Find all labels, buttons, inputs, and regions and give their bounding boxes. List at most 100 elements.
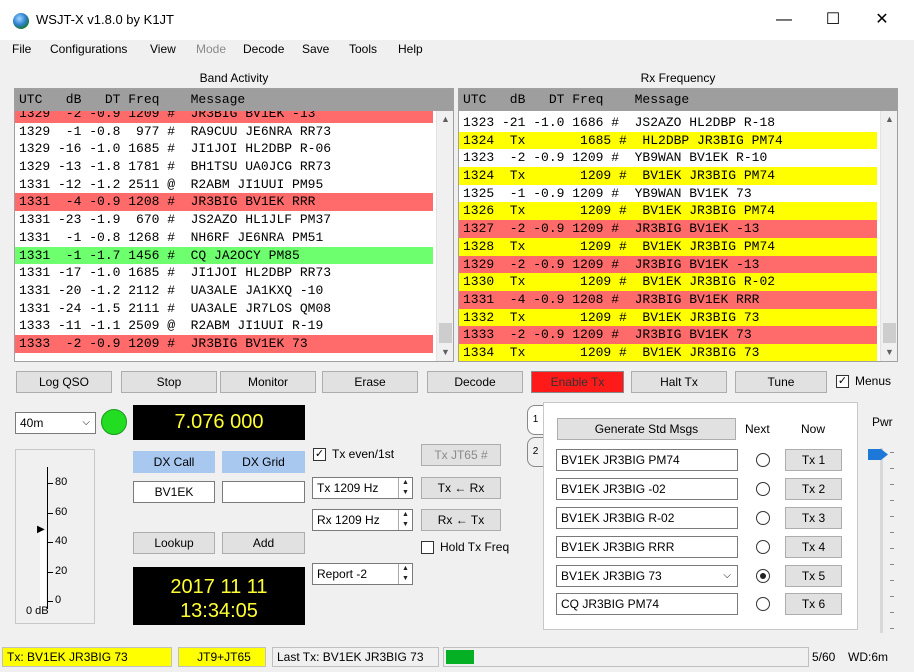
minimize-button[interactable]: — [766,6,802,34]
band-activity-row[interactable]: 1331 -4 -0.9 1208 # JR3BIG BV1EK RRR [15,193,433,212]
rx-frequency-row[interactable]: 1328 Tx 1209 # BV1EK JR3BIG PM74 [459,237,877,256]
menu-view[interactable]: View [150,42,176,56]
generate-std-msgs-button[interactable]: Generate Std Msgs [557,418,736,440]
next-radio-1[interactable] [756,453,770,467]
band-activity-list[interactable]: UTC dB DT Freq Message 1329 -2 -0.9 1209… [14,88,454,362]
rx-frequency-row[interactable]: 1323 -2 -0.9 1209 # YB9WAN BV1EK R-10 [459,149,877,167]
tx-frequency-spinbox[interactable]: Tx 1209 Hz ▲ ▼ [312,477,413,499]
next-radio-3[interactable] [756,511,770,525]
rx-frequency-row[interactable]: 1334 Tx 1209 # BV1EK JR3BIG 73 [459,343,877,361]
halt-tx-button[interactable]: Halt Tx [631,371,727,393]
tx3-message-input[interactable]: BV1EK JR3BIG R-02 [556,507,738,529]
meter-tick [48,601,53,602]
report-spinbox[interactable]: Report -2 ▲ ▼ [312,563,413,585]
rx-frequency-row[interactable]: 1331 -4 -0.9 1208 # JR3BIG BV1EK RRR [459,290,877,309]
band-activity-row[interactable]: 1331 -17 -1.0 1685 # JI1JOI HL2DBP RR73 [15,264,433,282]
tx1-now-button[interactable]: Tx 1 [785,449,842,471]
band-activity-row[interactable]: 1331 -23 -1.9 670 # JS2AZO HL1JLF PM37 [15,211,433,229]
next-radio-6[interactable] [756,597,770,611]
menu-decode[interactable]: Decode [243,42,284,56]
log-qso-button[interactable]: Log QSO [16,371,112,393]
band-activity-scrollbar[interactable]: ▲ ▼ [436,111,453,361]
spin-arrows-icon[interactable]: ▲ ▼ [398,510,412,530]
rx-frequency-row[interactable]: 1324 Tx 1209 # BV1EK JR3BIG PM74 [459,167,877,185]
tx-even-checkbox[interactable]: ✓ [313,448,326,461]
scroll-up-icon[interactable]: ▲ [437,111,453,128]
tx4-message-input[interactable]: BV1EK JR3BIG RRR [556,536,738,558]
rx-frequency-row[interactable]: 1333 -2 -0.9 1209 # JR3BIG BV1EK 73 [459,326,877,344]
spin-arrows-icon[interactable]: ▲ ▼ [398,478,412,498]
rx-frequency-scrollbar[interactable]: ▲ ▼ [880,111,897,361]
spin-arrows-icon[interactable]: ▲ ▼ [398,564,412,584]
menu-file[interactable]: File [12,42,31,56]
tx5-now-button[interactable]: Tx 5 [785,565,842,587]
tab-1[interactable]: 1 [527,405,543,435]
rx-from-tx-button[interactable]: Rx ← Tx [421,509,501,531]
menu-tools[interactable]: Tools [349,42,377,56]
tune-button[interactable]: Tune [735,371,827,393]
maximize-button[interactable]: ☐ [815,6,851,34]
next-radio-4[interactable] [756,540,770,554]
lookup-button[interactable]: Lookup [133,532,215,554]
band-activity-row[interactable]: 1333 -11 -1.1 2509 @ R2ABM JI1UUI R-19 [15,317,433,335]
scroll-up-icon[interactable]: ▲ [881,111,897,128]
rx-frequency-row[interactable]: 1332 Tx 1209 # BV1EK JR3BIG 73 [459,308,877,327]
band-activity-row[interactable]: 1331 -20 -1.2 2112 # UA3ALE JA1KXQ -10 [15,282,433,300]
band-select[interactable]: 40m ⌵ [15,412,96,434]
tx1-message-input[interactable]: BV1EK JR3BIG PM74 [556,449,738,471]
rx-frequency-spinbox[interactable]: Rx 1209 Hz ▲ ▼ [312,509,413,531]
band-activity-row[interactable]: 1329 -2 -0.9 1209 # JR3BIG BV1EK -13 [15,111,433,123]
power-slider-handle[interactable] [868,449,888,460]
scroll-down-icon[interactable]: ▼ [881,344,897,361]
rx-frequency-row[interactable]: 1329 -2 -0.9 1209 # JR3BIG BV1EK -13 [459,255,877,274]
dx-grid-input[interactable] [222,481,305,503]
monitor-button[interactable]: Monitor [220,371,316,393]
rx-frequency-row[interactable]: 1324 Tx 1685 # HL2DBP JR3BIG PM74 [459,131,877,150]
stop-button[interactable]: Stop [121,371,217,393]
band-value: 40m [20,416,44,430]
next-radio-2[interactable] [756,482,770,496]
rx-frequency-row[interactable]: 1323 -21 -1.0 1686 # JS2AZO HL2DBP R-18 [459,114,877,132]
add-button[interactable]: Add [222,532,305,554]
erase-button[interactable]: Erase [322,371,418,393]
menu-help[interactable]: Help [398,42,423,56]
power-slider-track[interactable] [880,448,883,633]
band-activity-row[interactable]: 1329 -1 -0.8 977 # RA9CUU JE6NRA RR73 [15,123,433,141]
rx-frequency-row[interactable]: 1327 -2 -0.9 1209 # JR3BIG BV1EK -13 [459,220,877,238]
band-activity-row[interactable]: 1331 -1 -0.8 1268 # NH6RF JE6NRA PM51 [15,229,433,247]
decode-button[interactable]: Decode [427,371,523,393]
tx6-now-button[interactable]: Tx 6 [785,593,842,615]
band-activity-row[interactable]: 1333 -2 -0.9 1209 # JR3BIG BV1EK 73 [15,334,433,353]
rx-frequency-list[interactable]: UTC dB DT Freq Message 1323 -21 -1.0 168… [458,88,898,362]
menu-configurations[interactable]: Configurations [50,42,127,56]
hold-tx-freq-checkbox[interactable] [421,541,434,554]
rx-frequency-row[interactable]: 1326 Tx 1209 # BV1EK JR3BIG PM74 [459,202,877,221]
rx-frequency-row[interactable]: 1330 Tx 1209 # BV1EK JR3BIG R-02 [459,273,877,291]
band-activity-row[interactable]: 1329 -16 -1.0 1685 # JI1JOI HL2DBP R-06 [15,140,433,158]
close-button[interactable]: ✕ [864,6,900,34]
tx4-now-button[interactable]: Tx 4 [785,536,842,558]
menus-checkbox[interactable]: ✓ [836,375,849,388]
scroll-thumb[interactable] [883,323,896,343]
scroll-thumb[interactable] [439,323,452,343]
tab-2[interactable]: 2 [527,437,543,467]
now-column-label: Now [801,422,826,436]
tx-from-rx-button[interactable]: Tx ← Rx [421,477,501,499]
tx5-message-combo[interactable]: BV1EK JR3BIG 73 ⌵ [556,565,738,587]
tx2-message-input[interactable]: BV1EK JR3BIG -02 [556,478,738,500]
band-activity-row[interactable]: 1329 -13 -1.8 1781 # BH1TSU UA0JCG RR73 [15,158,433,176]
next-radio-5[interactable] [756,569,770,583]
rx-frequency-row[interactable]: 1325 -1 -0.9 1209 # YB9WAN BV1EK 73 [459,185,877,203]
menu-save[interactable]: Save [302,42,329,56]
band-activity-row[interactable]: 1331 -1 -1.7 1456 # CQ JA2OCY PM85 [15,246,433,265]
dx-call-input[interactable]: BV1EK [133,481,215,503]
band-activity-row[interactable]: 1331 -24 -1.5 2111 # UA3ALE JR7LOS QM08 [15,300,433,318]
menu-mode[interactable]: Mode [196,42,226,56]
band-activity-row[interactable]: 1331 -12 -1.2 2511 @ R2ABM JI1UUI PM95 [15,176,433,194]
tx6-message-input[interactable]: CQ JR3BIG PM74 [556,593,738,615]
tx3-now-button[interactable]: Tx 3 [785,507,842,529]
tx-jt65-button[interactable]: Tx JT65 # [421,444,501,466]
tx2-now-button[interactable]: Tx 2 [785,478,842,500]
enable-tx-button[interactable]: Enable Tx [531,371,624,393]
scroll-down-icon[interactable]: ▼ [437,344,453,361]
